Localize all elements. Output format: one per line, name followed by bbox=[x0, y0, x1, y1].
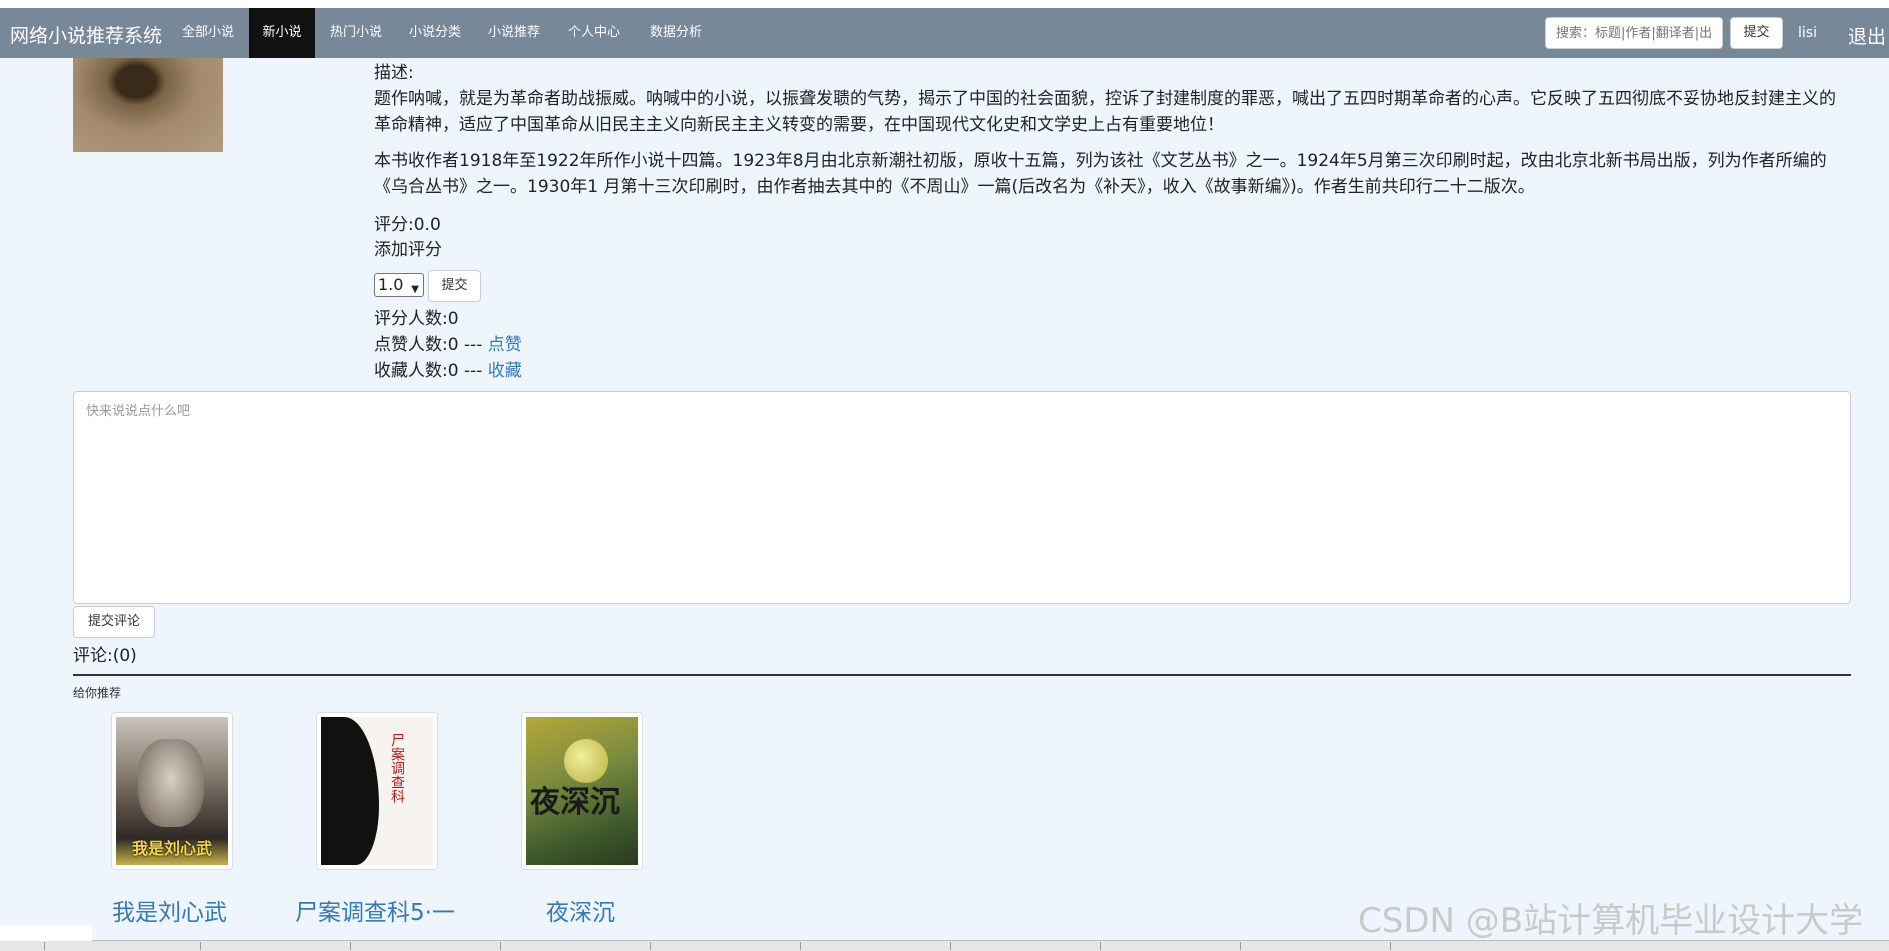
nav-recommend[interactable]: 小说推荐 bbox=[476, 8, 552, 58]
add-rating-label: 添加评分 bbox=[374, 240, 442, 260]
cover-title: 夜深沉 bbox=[530, 785, 620, 820]
comment-submit-button[interactable]: 提交评论 bbox=[73, 606, 155, 638]
taskbar bbox=[0, 925, 1889, 951]
nav-all-novels[interactable]: 全部小说 bbox=[170, 8, 246, 58]
cover-title: 我是刘心武 bbox=[131, 839, 212, 858]
logout-link[interactable]: 退出 bbox=[1848, 22, 1886, 49]
recommend-book-name-3[interactable]: 夜深沉 bbox=[546, 893, 615, 927]
nav-new-novels[interactable]: 新小说 bbox=[249, 8, 315, 58]
comment-placeholder: 快来说说点什么吧 bbox=[86, 404, 191, 419]
nav-hot-novels[interactable]: 热门小说 bbox=[318, 8, 394, 58]
taskbar-item[interactable] bbox=[950, 942, 951, 950]
comment-count: 评论:(0) bbox=[73, 646, 137, 666]
taskbar-item[interactable] bbox=[1390, 942, 1391, 950]
recommend-book-cover-1[interactable]: 我是刘心武 bbox=[111, 712, 233, 870]
top-strip bbox=[0, 0, 1889, 8]
recommend-book-cover-3[interactable]: 夜深沉 bbox=[521, 712, 643, 870]
like-link[interactable]: 点赞 bbox=[488, 335, 522, 355]
taskbar-item[interactable] bbox=[1240, 942, 1241, 950]
recommend-book-cover-2[interactable]: 尸案调查科 bbox=[316, 712, 438, 870]
rating-select-value: 1.0 bbox=[378, 275, 404, 294]
description-paragraph-2: 本书收作者1918年至1922年所作小说十四篇。1923年8月由北京新潮社初版，… bbox=[374, 151, 1827, 197]
taskbar-item[interactable] bbox=[800, 942, 801, 950]
navbar: 网络小说推荐系统 全部小说 新小说 热门小说 小说分类 小说推荐 个人中心 数据… bbox=[0, 8, 1889, 58]
divider bbox=[73, 674, 1851, 676]
taskbar-blank bbox=[0, 925, 92, 941]
nav-analytics[interactable]: 数据分析 bbox=[636, 8, 716, 58]
rating-score: 评分:0.0 bbox=[374, 215, 441, 235]
book-description: 描述: 题作呐喊，就是为革命者助战振威。呐喊中的小说，以振聋发聩的气势，揭示了中… bbox=[374, 60, 1852, 210]
brand-title[interactable]: 网络小说推荐系统 bbox=[10, 21, 162, 48]
taskbar-item[interactable] bbox=[500, 942, 501, 950]
cover-silhouette bbox=[321, 717, 379, 865]
recommend-book-name-1[interactable]: 我是刘心武 bbox=[112, 893, 227, 927]
recommend-title: 给你推荐 bbox=[73, 686, 122, 700]
book-cover-image: 夜深沉 bbox=[526, 717, 638, 865]
author-portrait bbox=[138, 739, 204, 827]
nav-categories[interactable]: 小说分类 bbox=[397, 8, 473, 58]
likes-count: 点赞人数:0 --- bbox=[374, 335, 488, 355]
book-cover-image bbox=[73, 58, 223, 152]
search-submit-button[interactable]: 提交 bbox=[1730, 17, 1783, 49]
favorites-row: 收藏人数:0 --- 收藏 bbox=[374, 356, 522, 381]
book-cover-image: 尸案调查科 bbox=[321, 717, 433, 865]
watermark: CSDN @B站计算机毕业设计大学 bbox=[1358, 901, 1864, 941]
description-paragraph-1: 题作呐喊，就是为革命者助战振威。呐喊中的小说，以振聋发聩的气势，揭示了中国的社会… bbox=[374, 89, 1836, 135]
rating-submit-button[interactable]: 提交 bbox=[428, 270, 481, 302]
favorites-count: 收藏人数:0 --- bbox=[374, 361, 488, 381]
user-link[interactable]: lisi bbox=[1798, 25, 1817, 41]
taskbar-item[interactable] bbox=[200, 942, 201, 950]
comment-textarea[interactable]: 快来说说点什么吧 bbox=[73, 391, 1851, 604]
nav-personal[interactable]: 个人中心 bbox=[556, 8, 632, 58]
description-label: 描述: bbox=[374, 63, 414, 83]
search-input[interactable] bbox=[1545, 17, 1723, 49]
recommend-book-name-2[interactable]: 尸案调查科5·一 bbox=[295, 893, 455, 927]
taskbar-item[interactable] bbox=[44, 942, 45, 950]
rating-select[interactable]: 1.0 ▼ bbox=[374, 273, 424, 297]
taskbar-item[interactable] bbox=[350, 942, 351, 950]
favorite-link[interactable]: 收藏 bbox=[488, 361, 522, 381]
cover-title: 尸案调查科 bbox=[389, 733, 405, 803]
likes-row: 点赞人数:0 --- 点赞 bbox=[374, 330, 522, 355]
raters-count: 评分人数:0 bbox=[374, 309, 459, 329]
chevron-down-icon: ▼ bbox=[411, 284, 419, 295]
book-cover-image: 我是刘心武 bbox=[116, 717, 228, 865]
taskbar-item[interactable] bbox=[650, 942, 651, 950]
taskbar-item[interactable] bbox=[1100, 942, 1101, 950]
